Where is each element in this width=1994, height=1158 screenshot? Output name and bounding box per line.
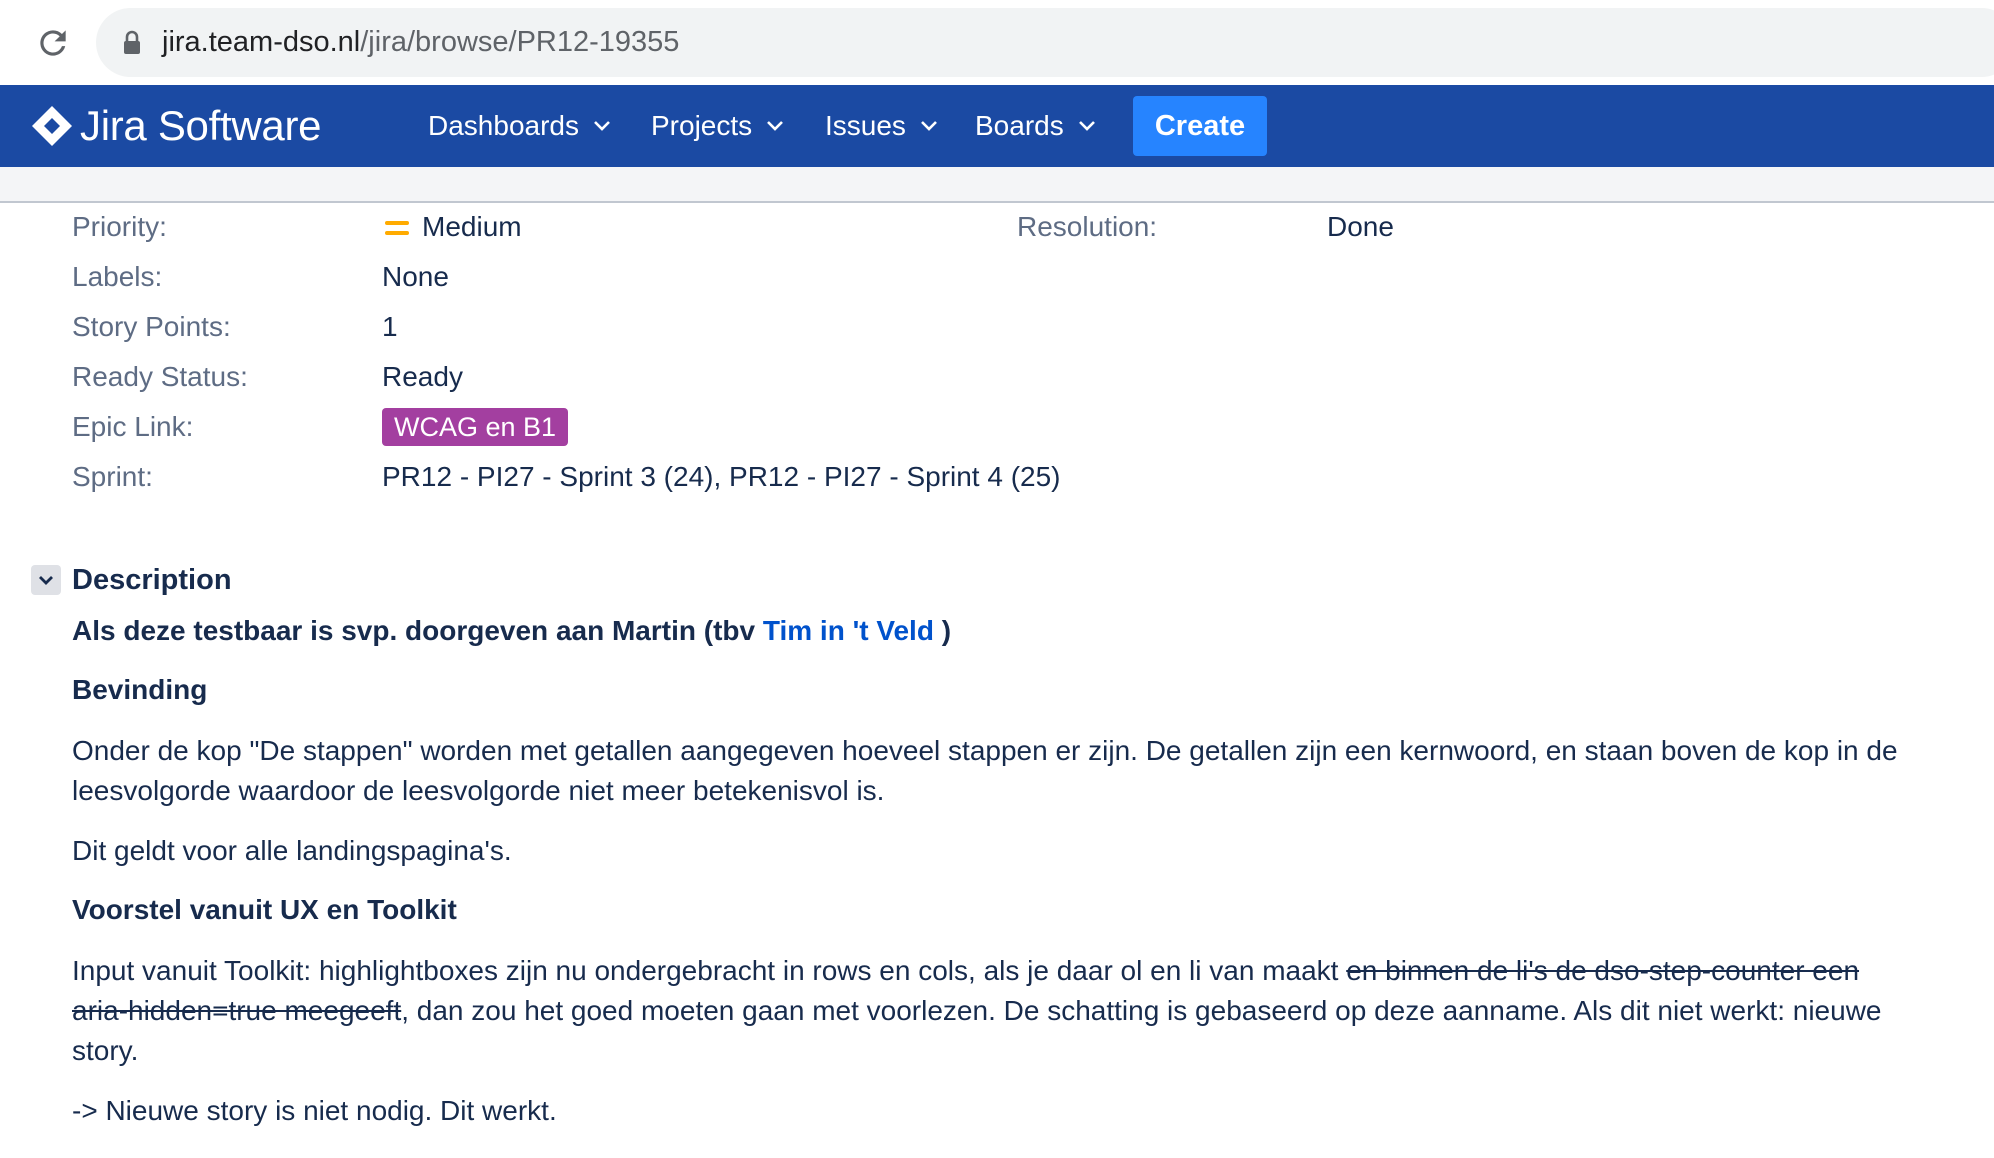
description-title: Description [72,564,232,596]
voorstel-paragraph: Input vanuit Toolkit: highlightboxes zij… [72,951,1912,1071]
story-points-label: Story Points: [72,311,231,342]
url-host: jira.team-dso.nl [162,26,361,58]
chevron-down-icon [767,121,784,131]
epic-link-label: Epic Link: [72,411,194,442]
app-title[interactable]: Jira Software [80,102,322,150]
lock-icon[interactable] [122,30,142,56]
resolution-value: Done [1327,211,1394,242]
nav-boards[interactable]: Boards [975,107,1096,145]
intro-end: ) [933,615,952,646]
labels-value[interactable]: None [382,259,449,295]
chevron-down-icon [921,121,937,131]
nav-projects-label: Projects [651,110,753,141]
epic-link-lozenge[interactable]: WCAG en B1 [382,408,569,446]
user-mention-link[interactable]: Tim in 't Veld [763,615,934,646]
conclusion-paragraph: -> Nieuwe story is niet nodig. Dit werkt… [72,1095,557,1126]
url-path: /jira/browse/PR12-19355 [360,26,680,58]
intro-text: Als deze testbaar is svp. doorgeven aan … [72,615,763,646]
create-button[interactable]: Create [1133,96,1267,156]
story-points-value[interactable]: 1 [382,309,398,345]
nav-dashboards-label: Dashboards [428,110,579,141]
description-intro: Als deze testbaar is svp. doorgeven aan … [72,611,1912,651]
heading-voorstel: Voorstel vanuit UX en Toolkit [72,894,457,925]
jira-logo-icon[interactable] [30,104,74,148]
ready-status-label: Ready Status: [72,361,248,392]
nav-issues-label: Issues [825,110,906,141]
labels-label: Labels: [72,261,163,292]
voorstel-text-1: Input vanuit Toolkit: highlightboxes zij… [72,955,1347,986]
nav-issues[interactable]: Issues [825,107,938,145]
browser-toolbar: ‹ jira.team-dso.nl/jira/browse/PR12-1935… [0,0,1994,85]
issue-header-strip [0,167,1994,203]
sprint-value[interactable]: PR12 - PI27 - Sprint 3 (24), PR12 - PI27… [382,459,1061,495]
sprint-label: Sprint: [72,461,153,492]
url-text[interactable]: jira.team-dso.nl/jira/browse/PR12-19355 [162,24,679,60]
priority-label: Priority: [72,211,167,242]
nav-boards-label: Boards [975,110,1064,141]
ready-status-value[interactable]: Ready [382,359,463,395]
bevinding-paragraph: Onder de kop "De stappen" worden met get… [72,735,1898,806]
priority-value: Medium [422,211,522,242]
priority-medium-icon [385,221,409,235]
chevron-down-icon [1078,121,1095,131]
chevron-down-icon [594,121,610,131]
jira-top-nav: Jira Software Dashboards Projects Issues… [0,85,1994,167]
description-collapse-toggle[interactable] [31,565,61,595]
applies-paragraph: Dit geldt voor alle landingspagina's. [72,835,512,866]
resolution-label: Resolution: [1017,211,1158,242]
reload-icon[interactable] [34,24,72,62]
nav-dashboards[interactable]: Dashboards [428,107,611,145]
address-bar[interactable]: jira.team-dso.nl/jira/browse/PR12-19355 [96,8,1994,77]
chevron-down-icon [39,576,53,585]
nav-projects[interactable]: Projects [651,107,784,145]
heading-bevinding: Bevinding [72,674,208,705]
